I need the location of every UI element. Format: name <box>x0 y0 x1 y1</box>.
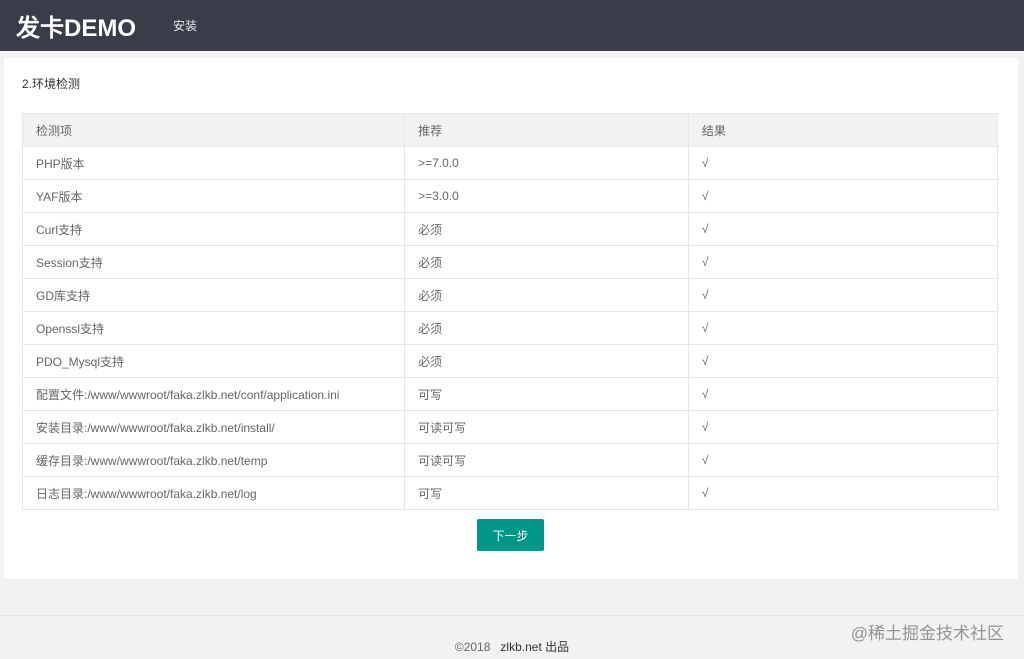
table-row: 配置文件:/www/wwwroot/faka.zlkb.net/conf/app… <box>21 377 999 411</box>
check-recommend: 必须 <box>404 344 689 378</box>
column-header-item: 检测项 <box>21 113 406 147</box>
check-item: 配置文件:/www/wwwroot/faka.zlkb.net/conf/app… <box>21 377 406 411</box>
table-row: Session支持 必须 √ <box>21 245 999 279</box>
check-result: √ <box>687 245 999 279</box>
table-row: PDO_Mysql支持 必须 √ <box>21 344 999 378</box>
table-row: PHP版本 >=7.0.0 √ <box>21 146 999 180</box>
check-result: √ <box>687 410 999 444</box>
table-row: 安装目录:/www/wwwroot/faka.zlkb.net/install/… <box>21 410 999 444</box>
check-recommend: 可写 <box>404 476 689 510</box>
check-item: 安装目录:/www/wwwroot/faka.zlkb.net/install/ <box>21 410 406 444</box>
check-recommend: >=3.0.0 <box>404 179 689 213</box>
next-step-button[interactable]: 下一步 <box>477 519 544 551</box>
column-header-result: 结果 <box>687 113 999 147</box>
check-recommend: 必须 <box>404 245 689 279</box>
table-row: Openssl支持 必须 √ <box>21 311 999 345</box>
column-header-recommend: 推荐 <box>404 113 689 147</box>
section-title: 2.环境检测 <box>22 77 81 91</box>
check-recommend: 可读可写 <box>404 443 689 477</box>
footer-owner-link[interactable]: zlkb.net 出品 <box>500 640 569 654</box>
watermark-text: @稀土掘金技术社区 <box>850 624 1004 643</box>
table-row: GD库支持 必须 √ <box>21 278 999 312</box>
brand-logo-text[interactable]: 发卡DEMO <box>16 8 136 43</box>
table-row: YAF版本 >=3.0.0 √ <box>21 179 999 213</box>
check-item: 日志目录:/www/wwwroot/faka.zlkb.net/log <box>21 476 406 510</box>
check-result: √ <box>687 179 999 213</box>
check-item: GD库支持 <box>21 278 406 312</box>
check-result: √ <box>687 146 999 180</box>
table-row: 缓存目录:/www/wwwroot/faka.zlkb.net/temp 可读可… <box>21 443 999 477</box>
check-recommend: 必须 <box>404 212 689 246</box>
environment-check-table: 检测项 推荐 结果 PHP版本 >=7.0.0 √ YAF版本 >=3.0.0 … <box>21 113 999 510</box>
check-item: 缓存目录:/www/wwwroot/faka.zlkb.net/temp <box>21 443 406 477</box>
check-item: Curl支持 <box>21 212 406 246</box>
table-row: Curl支持 必须 √ <box>21 212 999 246</box>
footer-copyright: ©2018 <box>454 640 491 654</box>
footer-divider <box>0 615 1024 616</box>
check-result: √ <box>687 278 999 312</box>
check-item: Session支持 <box>21 245 406 279</box>
check-result: √ <box>687 311 999 345</box>
check-item: PHP版本 <box>21 146 406 180</box>
nav-item-install[interactable]: 安装 <box>173 17 197 34</box>
check-item: Openssl支持 <box>21 311 406 345</box>
check-result: √ <box>687 377 999 411</box>
check-item: PDO_Mysql支持 <box>21 344 406 378</box>
main-card: 2.环境检测 检测项 推荐 结果 PHP版本 >=7.0.0 √ YAF版本 >… <box>4 58 1018 579</box>
check-result: √ <box>687 443 999 477</box>
check-recommend: 必须 <box>404 311 689 345</box>
check-recommend: >=7.0.0 <box>404 146 689 180</box>
check-recommend: 可读可写 <box>404 410 689 444</box>
check-recommend: 可写 <box>404 377 689 411</box>
table-row: 日志目录:/www/wwwroot/faka.zlkb.net/log 可写 √ <box>21 476 999 510</box>
check-result: √ <box>687 344 999 378</box>
check-result: √ <box>687 212 999 246</box>
check-result: √ <box>687 476 999 510</box>
check-item: YAF版本 <box>21 179 406 213</box>
check-recommend: 必须 <box>404 278 689 312</box>
top-navbar: 发卡DEMO 安装 <box>0 0 1024 51</box>
table-header-row: 检测项 推荐 结果 <box>21 113 999 147</box>
